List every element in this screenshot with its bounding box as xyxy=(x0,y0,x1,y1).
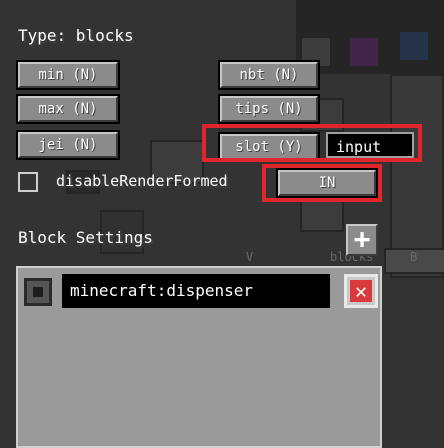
min-button[interactable]: min (N) xyxy=(16,60,120,90)
jei-button[interactable]: jei (N) xyxy=(16,130,120,160)
disable-render-checkbox[interactable] xyxy=(18,172,38,192)
dispenser-block-icon xyxy=(24,278,52,306)
type-label: Type: blocks xyxy=(18,26,134,45)
max-button[interactable]: max (N) xyxy=(16,94,120,124)
disable-render-label: disableRenderFormed xyxy=(56,172,228,190)
block-settings-title: Block Settings xyxy=(18,228,153,247)
nbt-button[interactable]: nbt (N) xyxy=(218,60,320,90)
delete-entry-button[interactable]: ✕ xyxy=(344,274,378,308)
add-block-button[interactable]: + xyxy=(346,224,378,256)
tips-button[interactable]: tips (N) xyxy=(218,94,320,124)
block-entry-field[interactable]: minecraft:dispenser xyxy=(62,274,330,308)
slot-highlight xyxy=(202,124,422,162)
toggle-highlight xyxy=(262,164,382,202)
close-icon: ✕ xyxy=(350,280,372,302)
